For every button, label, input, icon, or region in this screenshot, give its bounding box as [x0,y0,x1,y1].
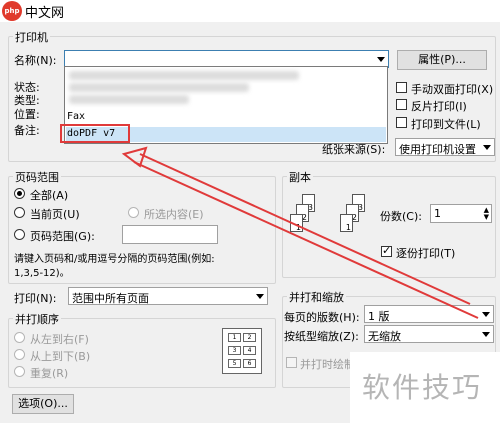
arrow-line-upper [139,153,471,305]
arrow-line-lower [133,161,479,319]
arrow-head [121,146,148,168]
watermark-text: 软件技巧 [362,371,483,404]
